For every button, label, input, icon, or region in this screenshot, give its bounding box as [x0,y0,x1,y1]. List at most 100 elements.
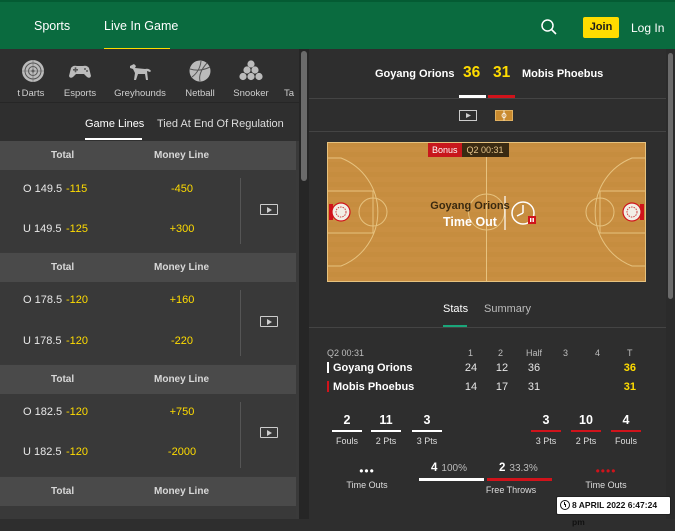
login-link[interactable]: Log In [631,21,664,35]
home-ft-bar [419,478,484,481]
basketball-court: Bonus Q2 00:31 Goyang Orions Time Out [326,142,647,282]
sport-label: Esports [63,88,97,99]
header-total: T [627,348,633,358]
market-header: Total Money Line [0,477,296,506]
home-color-bar [327,362,329,373]
home-half: 36 [527,362,541,374]
money-line-odds[interactable]: +750 [152,406,212,418]
away-timeouts: •••• Time Outs [581,464,631,490]
money-line-odds[interactable]: +300 [152,223,212,235]
tab-tied-at-end-of-regulation[interactable]: Tied At End Of Regulation [157,118,284,130]
video-mode-icon[interactable] [459,110,477,121]
left-scrollbar[interactable] [299,49,309,519]
watch-video-icon[interactable] [260,427,278,438]
money-line-odds[interactable]: -450 [152,183,212,195]
stat-value: 3 [542,413,550,427]
money-line-odds[interactable]: +160 [152,294,212,306]
money-line-odds[interactable]: -2000 [152,446,212,458]
total-odds[interactable]: -120 [66,446,88,458]
tab-summary[interactable]: Summary [484,303,531,315]
away-2pts-stat: 10 2 Pts [571,413,601,446]
scrollbar-thumb[interactable] [301,51,307,181]
divider [309,327,666,328]
away-half: 31 [527,381,541,393]
top-navigation-bar: Sports Live In Game Join Log In [0,0,675,50]
away-ft-percent: 33.3% [509,463,538,474]
column-header-total: Total [51,150,75,161]
header-q2: 2 [498,348,504,358]
home-q2: 12 [495,362,509,374]
total-line: U 182.5 [23,446,62,458]
sport-item-esports[interactable]: Esports [50,49,110,103]
home-2pts-stat: 11 2 Pts [371,413,401,446]
timeouts-label: Time Outs [585,480,627,490]
home-free-throws: 4 100% [431,462,467,474]
divider [240,290,241,356]
column-header-money-line: Money Line [154,150,210,161]
bonus-label: Bonus [428,143,462,157]
scrollbar-thumb[interactable] [668,53,673,299]
stat-value: 2 [343,413,351,427]
join-button[interactable]: Join [583,17,619,38]
home-score: 36 [463,64,481,81]
home-ft-percent: 100% [441,463,467,474]
column-header-money-line: Money Line [154,374,210,385]
total-line: O 149.5 [23,183,63,195]
sport-item-partial-right[interactable]: Ta [284,49,299,103]
away-total: 31 [623,381,636,393]
free-throws-label: Free Throws [485,485,537,495]
column-header-total: Total [51,486,75,497]
court-mode-icon[interactable] [495,110,513,121]
market-header: Total Money Line [0,365,296,394]
total-odds[interactable]: -120 [66,406,88,418]
header-half: Half [526,348,543,358]
money-line-odds[interactable]: -220 [152,335,212,347]
event-team: Goyang Orions [430,200,510,212]
stat-label: 3 Pts [535,436,557,446]
court-event-overlay: Goyang Orions Time Out [425,200,515,229]
sports-carousel: t Darts Esports Greyhounds Netball Snook… [0,49,299,103]
nav-live-in-game[interactable]: Live In Game [104,19,178,33]
timeout-dots: •••• [595,464,617,478]
sport-item-snooker[interactable]: Snooker [221,49,281,103]
greyhound-icon [130,64,151,80]
away-color-bar [327,381,329,392]
stat-value: 4 [622,413,630,427]
home-team-name: Goyang Orions [375,68,455,80]
stat-value: 11 [379,413,393,427]
right-scrollbar[interactable] [666,49,675,519]
screenshot-timestamp: 8 APRIL 2022 6:47:24 pm [556,496,671,527]
scoreboard-period: Q2 00:31 [327,348,365,358]
match-tracker-panel: Goyang Orions 36 31 Mobis Phoebus Bonus … [309,49,675,519]
total-odds[interactable]: -125 [66,223,88,235]
home-timeouts: ••• Time Outs [342,464,392,490]
clock-icon [560,500,570,510]
snooker-balls-icon [239,60,263,81]
total-line: O 178.5 [23,294,63,306]
timeout-dots: ••• [359,464,375,478]
sport-item-greyhounds[interactable]: Greyhounds [110,49,170,103]
divider [240,178,241,244]
total-line: U 178.5 [23,335,62,347]
stat-value: 10 [579,413,593,427]
total-odds[interactable]: -120 [66,335,88,347]
timeouts-label: Time Outs [346,480,388,490]
market-header: Total Money Line [0,253,296,282]
match-score-header: Goyang Orions 36 31 Mobis Phoebus [309,49,666,99]
watch-video-icon[interactable] [260,204,278,215]
away-free-throws: 2 33.3% [499,462,538,474]
total-odds[interactable]: -115 [66,183,87,195]
header-q3: 3 [563,348,569,358]
divider [309,98,666,99]
netball-icon [189,60,211,82]
tab-stats[interactable]: Stats [443,303,468,315]
tab-game-lines[interactable]: Game Lines [85,118,144,130]
scoreboard-away-name: Mobis Phoebus [333,381,415,393]
nav-sports[interactable]: Sports [34,19,70,33]
market-row-group [0,506,296,519]
betting-markets-panel: t Darts Esports Greyhounds Netball Snook… [0,49,299,519]
away-score: 31 [493,64,511,81]
watch-video-icon[interactable] [260,316,278,327]
total-odds[interactable]: -120 [66,294,88,306]
search-icon[interactable] [540,18,558,36]
